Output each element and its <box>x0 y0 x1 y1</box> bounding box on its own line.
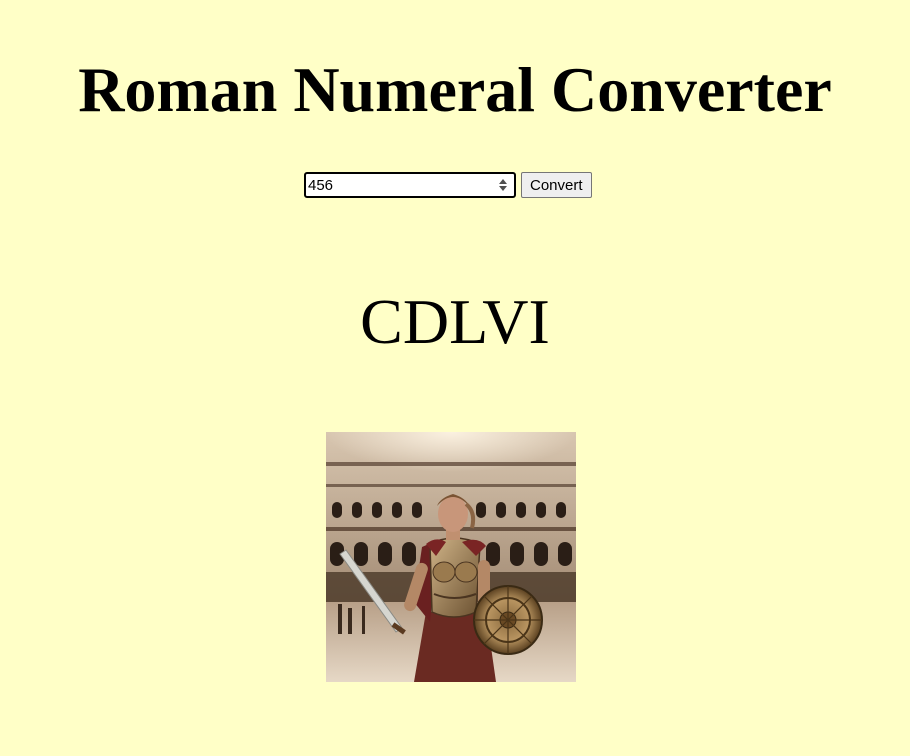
number-input[interactable] <box>306 175 488 195</box>
convert-button[interactable]: Convert <box>521 172 592 198</box>
roman-numeral-result: CDLVI <box>360 286 550 357</box>
spinner-arrows-icon[interactable] <box>498 178 508 192</box>
page: Roman Numeral Converter Convert CDLVI <box>0 0 910 756</box>
gladiator-image <box>326 432 576 682</box>
page-title: Roman Numeral Converter <box>78 54 832 125</box>
converter-form: Convert <box>304 172 592 198</box>
number-input-wrapper[interactable] <box>304 172 516 198</box>
